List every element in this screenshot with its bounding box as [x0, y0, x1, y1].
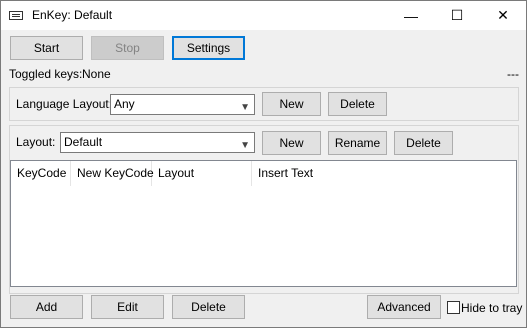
maximize-button[interactable]: ☐: [434, 1, 480, 30]
toggled-keys-label: Toggled keys:: [9, 67, 83, 81]
key-mapping-table[interactable]: KeyCode New KeyCode Layout Insert Text: [10, 160, 517, 287]
start-button[interactable]: Start: [10, 36, 83, 60]
window-title: EnKey: Default: [32, 8, 113, 22]
minimize-button[interactable]: —: [388, 1, 434, 30]
hide-to-tray-label[interactable]: Hide to tray: [461, 301, 522, 315]
edit-button[interactable]: Edit: [91, 295, 164, 319]
layout-value: Default: [64, 135, 103, 149]
layout-select[interactable]: Default ▼: [60, 132, 255, 153]
layout-rename-button[interactable]: Rename: [328, 131, 387, 155]
column-header-insert-text[interactable]: Insert Text: [252, 161, 516, 186]
status-indicator: ---: [507, 67, 519, 81]
main-window: EnKey: Default — ☐ ✕ Start Stop Settings…: [0, 0, 527, 328]
toggled-keys-value: None: [82, 67, 111, 81]
title-bar: EnKey: Default — ☐ ✕: [1, 1, 526, 30]
chevron-down-icon: ▼: [240, 102, 250, 113]
column-header-new-keycode[interactable]: New KeyCode: [71, 161, 154, 186]
layout-new-button[interactable]: New: [262, 131, 321, 155]
language-layout-label: Language Layout:: [16, 97, 113, 111]
add-button[interactable]: Add: [10, 295, 83, 319]
delete-button[interactable]: Delete: [172, 295, 245, 319]
column-header-keycode[interactable]: KeyCode: [11, 161, 71, 186]
keyboard-icon: [9, 11, 23, 20]
language-layout-select[interactable]: Any ▼: [110, 94, 255, 115]
hide-to-tray-checkbox[interactable]: [447, 301, 460, 314]
language-new-button[interactable]: New: [262, 92, 321, 116]
language-layout-value: Any: [114, 97, 135, 111]
layout-label: Layout:: [16, 135, 56, 149]
settings-button[interactable]: Settings: [172, 36, 245, 60]
layout-delete-button[interactable]: Delete: [394, 131, 453, 155]
close-button[interactable]: ✕: [480, 1, 526, 30]
column-header-layout[interactable]: Layout: [152, 161, 252, 186]
chevron-down-icon: ▼: [240, 140, 250, 151]
advanced-button[interactable]: Advanced: [367, 295, 441, 319]
language-delete-button[interactable]: Delete: [328, 92, 387, 116]
stop-button[interactable]: Stop: [91, 36, 164, 60]
